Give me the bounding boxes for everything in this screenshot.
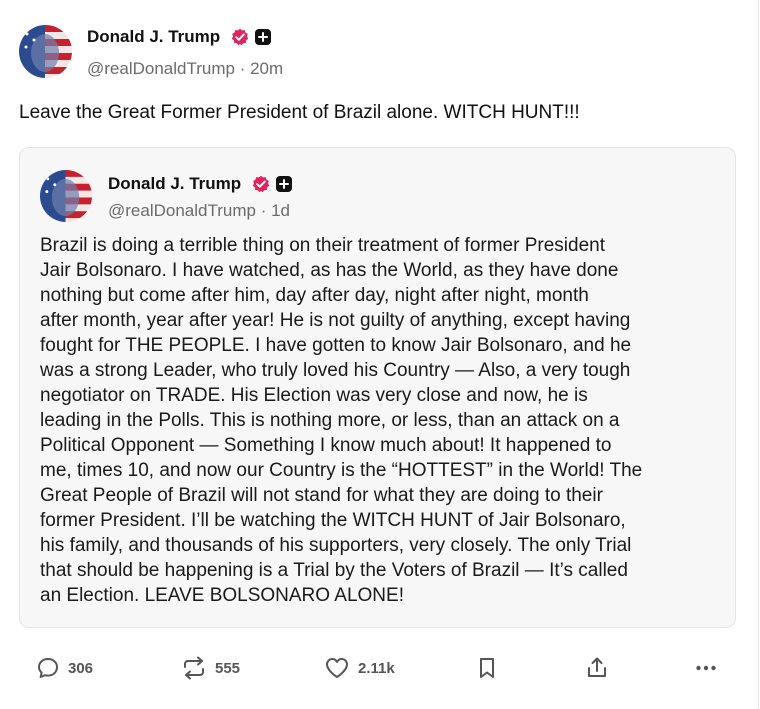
like-count: 2.11k	[358, 659, 395, 677]
repost-button[interactable]: 555	[181, 648, 240, 688]
more-icon	[696, 665, 716, 671]
post-time[interactable]: 20m	[250, 59, 283, 78]
action-bar: 306 555 2.11k	[0, 648, 758, 688]
quoted-verified-badge-icon	[252, 175, 270, 193]
bookmark-icon	[480, 658, 494, 678]
quoted-post-time[interactable]: 1d	[271, 201, 290, 220]
reply-count: 306	[68, 659, 94, 677]
quoted-avatar-image	[40, 170, 92, 222]
author-name[interactable]: Donald J. Trump	[87, 27, 220, 47]
more-button[interactable]	[694, 648, 718, 688]
author-handle[interactable]: @realDonaldTrump	[87, 59, 235, 78]
plus-badge-icon	[255, 29, 271, 45]
like-button[interactable]: 2.11k	[324, 648, 395, 688]
quoted-author-avatar[interactable]	[40, 170, 92, 222]
quoted-separator-dot: ·	[255, 201, 272, 220]
share-icon	[588, 657, 606, 677]
quoted-handle-line: @realDonaldTrump · 1d	[108, 201, 290, 221]
post-text: Leave the Great Former President of Braz…	[19, 102, 580, 123]
reply-button[interactable]: 306	[36, 648, 93, 688]
quoted-author-name[interactable]: Donald J. Trump	[108, 174, 241, 194]
quoted-author-handle[interactable]: @realDonaldTrump	[108, 201, 256, 220]
quoted-plus-badge-icon	[276, 176, 292, 192]
author-avatar[interactable]	[19, 25, 72, 78]
verified-badge-icon	[231, 28, 249, 46]
quoted-post-text: Brazil is doing a terrible thing on thei…	[40, 235, 643, 606]
reply-icon	[38, 658, 58, 678]
repost-icon	[184, 656, 204, 680]
author-handle-line: @realDonaldTrump · 20m	[87, 59, 283, 79]
share-button[interactable]	[585, 648, 609, 688]
separator-dot: ·	[234, 59, 251, 78]
repost-count: 555	[215, 659, 241, 677]
avatar-image	[19, 25, 72, 78]
post-card: Donald J. Trump @realDonaldTrump · 20m L…	[0, 0, 759, 709]
heart-icon	[326, 658, 348, 678]
bookmark-button[interactable]	[475, 648, 499, 688]
